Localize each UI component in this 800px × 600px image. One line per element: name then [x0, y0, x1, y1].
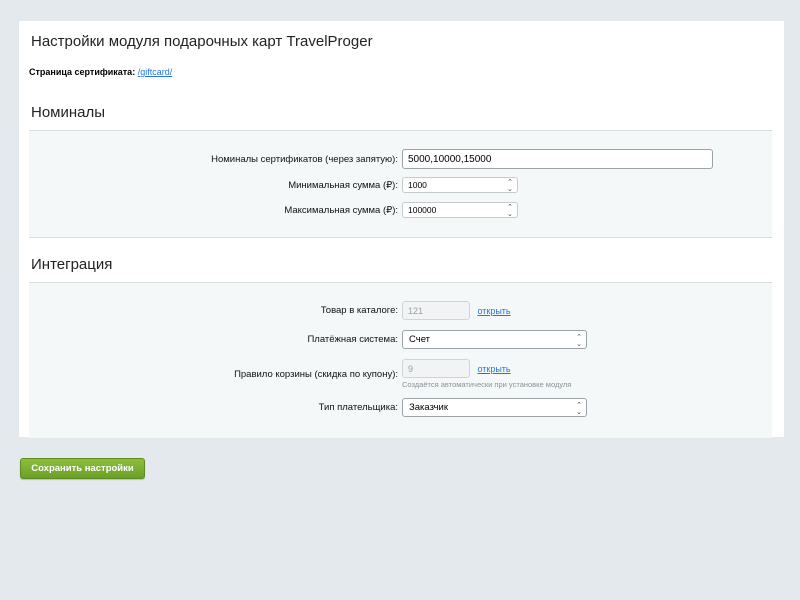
max-sum-label: Максимальная сумма (₽): — [284, 204, 398, 216]
basket-input: 9 — [402, 359, 470, 378]
certificate-page-label: Страница сертификата: — [29, 67, 136, 77]
payer-select[interactable]: Заказчик ⌃ ⌃ — [402, 398, 587, 417]
min-sum-row: Минимальная сумма (₽): 1000 ⌃ ⌃ — [29, 177, 772, 193]
payment-value: Счет — [409, 334, 431, 345]
min-sum-value: 1000 — [408, 180, 427, 190]
nominals-box: Номиналы сертификатов (через запятую): 5… — [29, 130, 772, 238]
payer-row: Тип плательщика: Заказчик ⌃ ⌃ — [29, 398, 772, 417]
settings-panel: Настройки модуля подарочных карт TravelP… — [19, 21, 784, 438]
max-sum-row: Максимальная сумма (₽): 100000 ⌃ ⌃ — [29, 202, 772, 218]
up-down-chevron-icon: ⌃ ⌃ — [576, 333, 582, 346]
page-title: Настройки модуля подарочных карт TravelP… — [31, 33, 373, 50]
catalog-label: Товар в каталоге: — [320, 305, 398, 316]
payment-label: Платёжная система: — [307, 334, 398, 345]
section-title-nominals: Номиналы — [31, 104, 106, 121]
up-down-chevron-icon: ⌃ ⌃ — [507, 179, 513, 191]
certificate-page-row: Страница сертификата: /giftcard/ — [29, 67, 172, 77]
certificates-input[interactable]: 5000,10000,15000 — [402, 149, 713, 169]
payment-select[interactable]: Счет ⌃ ⌃ — [402, 330, 587, 349]
up-down-chevron-icon: ⌃ ⌃ — [507, 204, 513, 216]
save-settings-button[interactable]: Сохранить настройки — [20, 458, 145, 479]
section-title-integration: Интеграция — [31, 256, 113, 273]
payment-row: Платёжная система: Счет ⌃ ⌃ — [29, 330, 772, 349]
payer-value: Заказчик — [409, 402, 449, 413]
basket-open-link[interactable]: открыть — [477, 364, 510, 374]
up-down-chevron-icon: ⌃ ⌃ — [576, 401, 582, 414]
certificates-label: Номиналы сертификатов (через запятую): — [211, 153, 398, 165]
catalog-open-link[interactable]: открыть — [477, 306, 510, 316]
certificate-page-link[interactable]: /giftcard/ — [138, 67, 173, 77]
min-sum-label: Минимальная сумма (₽): — [288, 179, 398, 191]
catalog-input: 121 — [402, 301, 470, 320]
basket-hint: Создаётся автоматически при установке мо… — [402, 380, 572, 389]
min-sum-stepper[interactable]: 1000 ⌃ ⌃ — [402, 177, 518, 193]
integration-box: Товар в каталоге: 121 открыть Платёжная … — [29, 282, 772, 438]
certificates-row: Номиналы сертификатов (через запятую): 5… — [29, 149, 772, 169]
max-sum-value: 100000 — [408, 205, 437, 215]
basket-row: Правило корзины (скидка по купону): 9 от… — [29, 359, 772, 380]
catalog-row: Товар в каталоге: 121 открыть — [29, 301, 772, 320]
payer-label: Тип плательщика: — [318, 402, 398, 413]
basket-label: Правило корзины (скидка по купону): — [234, 369, 398, 380]
max-sum-stepper[interactable]: 100000 ⌃ ⌃ — [402, 202, 518, 218]
